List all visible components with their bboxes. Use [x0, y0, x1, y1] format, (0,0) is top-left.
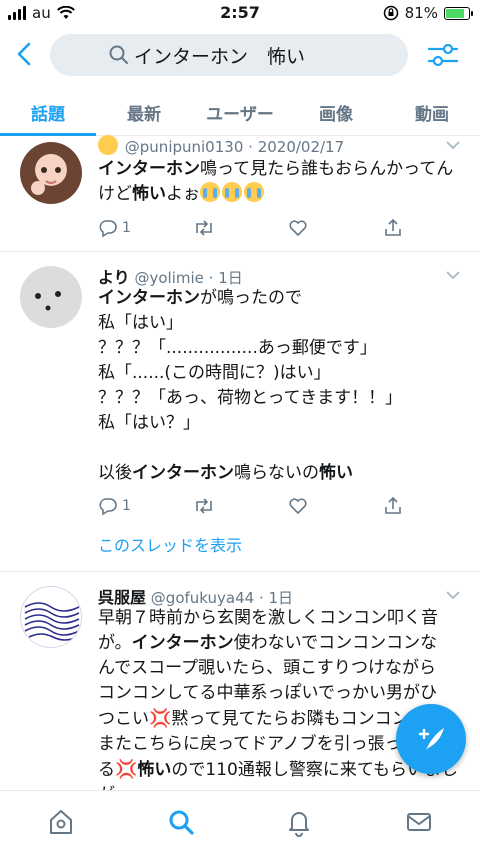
home-icon[interactable]	[46, 807, 76, 837]
feather-plus-icon	[418, 728, 444, 750]
tweet-date: 2020/02/17	[257, 138, 345, 156]
rotation-lock-icon	[383, 5, 398, 21]
reply-icon	[99, 498, 117, 516]
battery-icon	[444, 6, 473, 20]
reply-button[interactable]: 1	[98, 496, 131, 516]
crying-face-emoji	[200, 182, 220, 202]
search-icon	[109, 45, 128, 64]
search-tabs: 話題 最新 ユーザー 画像 動画	[0, 88, 480, 136]
reply-count: 1	[122, 220, 131, 236]
like-button[interactable]	[288, 496, 308, 516]
anger-symbol-emoji: 💢	[115, 759, 138, 780]
share-button[interactable]	[383, 218, 403, 238]
sliders-icon[interactable]	[426, 40, 460, 70]
retweet-button[interactable]	[193, 218, 215, 238]
retweet-icon	[196, 220, 212, 236]
mail-icon[interactable]	[404, 807, 434, 837]
avatar[interactable]	[20, 142, 82, 204]
compose-tweet-button[interactable]	[396, 704, 466, 774]
tab-latest[interactable]: 最新	[96, 88, 192, 135]
avatar[interactable]	[20, 586, 82, 648]
tweet-date: 1日	[218, 269, 243, 287]
share-icon	[385, 218, 401, 236]
tab-users[interactable]: ユーザー	[192, 88, 288, 135]
bottom-nav	[0, 790, 480, 854]
tweet-handle: @punipuni0130	[124, 138, 244, 156]
tab-images[interactable]: 画像	[288, 88, 384, 135]
search-box[interactable]	[50, 34, 408, 76]
tweet-date: 1日	[268, 589, 294, 607]
crying-face-emoji	[244, 182, 264, 202]
heart-icon	[289, 220, 307, 237]
retweet-button[interactable]	[193, 496, 215, 516]
anger-symbol-emoji: 💢	[149, 708, 172, 729]
status-bar: au 2:57 81%	[0, 0, 480, 26]
reply-count: 1	[122, 498, 131, 514]
show-thread-link[interactable]: このスレッドを表示	[98, 532, 242, 556]
avatar[interactable]	[20, 266, 82, 328]
tweet-handle: @gofukuya44	[150, 589, 255, 607]
chevron-down-icon[interactable]	[446, 270, 460, 280]
search-header	[0, 26, 480, 88]
share-icon	[385, 496, 401, 514]
chevron-left-icon[interactable]	[10, 39, 40, 69]
tab-videos[interactable]: 動画	[384, 88, 480, 135]
tab-top[interactable]: 話題	[0, 88, 96, 136]
tweet-name: より	[98, 268, 130, 287]
reply-button[interactable]: 1	[98, 218, 131, 238]
tweet-name: 呉服屋	[98, 588, 147, 607]
like-button[interactable]	[288, 218, 308, 238]
tweet[interactable]: より @yolimie · 1日 インターホンが鳴ったので 私「はい」 ？？？「..…	[0, 252, 480, 572]
chevron-down-icon[interactable]	[446, 140, 460, 150]
pleading-face-emoji	[98, 135, 118, 155]
bell-icon[interactable]	[284, 807, 314, 837]
search-icon[interactable]	[166, 807, 196, 837]
tweet-text: インターホンが鳴ったので 私「はい」 ？？？「.................あっ…	[98, 288, 403, 483]
crying-face-emoji	[222, 182, 242, 202]
chevron-down-icon[interactable]	[446, 590, 460, 600]
search-input[interactable]	[134, 39, 394, 71]
share-button[interactable]	[383, 496, 403, 516]
battery-percent: 81%	[404, 4, 438, 22]
reply-icon	[99, 220, 117, 238]
tweet-handle: @yolimie	[134, 269, 204, 287]
tweet-text: インターホン鳴って見たら誰もおらんかってんけど怖いよぉ	[98, 159, 454, 204]
heart-icon	[289, 498, 307, 515]
retweet-icon	[196, 498, 212, 514]
tweet[interactable]: @punipuni0130 · 2020/02/17 インターホン鳴って見たら誰…	[0, 135, 480, 252]
